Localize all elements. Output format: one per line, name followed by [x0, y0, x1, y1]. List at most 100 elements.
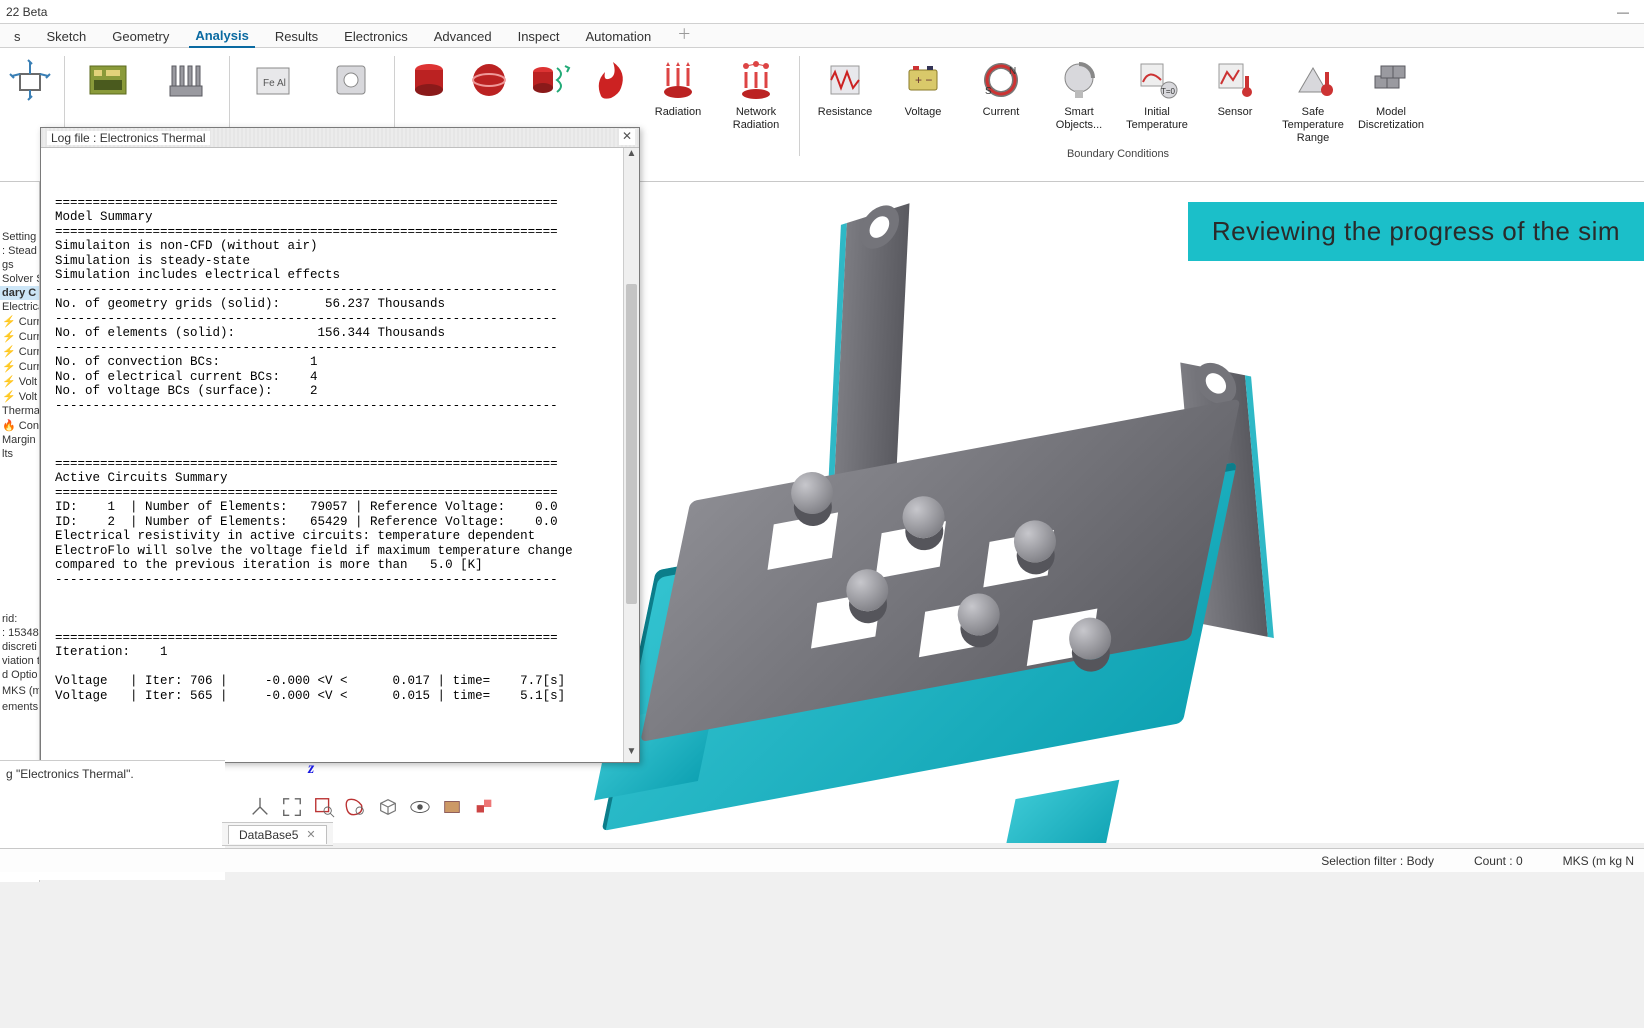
- svg-text:S: S: [985, 86, 992, 97]
- sensor-icon: [1211, 56, 1259, 104]
- ribbon-item-safe-temp-range[interactable]: Safe Temperature Range: [1274, 52, 1352, 150]
- sphere-red-icon: [465, 56, 513, 104]
- tree-row[interactable]: gs: [0, 258, 39, 272]
- tab-s[interactable]: s: [8, 27, 27, 47]
- view-toolbar: [248, 792, 496, 822]
- flame-icon: [585, 56, 633, 104]
- app-title: 22 Beta: [6, 5, 47, 19]
- ribbon-item-radiation[interactable]: Radiation: [639, 52, 717, 150]
- minimize-button[interactable]: —: [1608, 5, 1638, 19]
- tab-advanced[interactable]: Advanced: [428, 27, 498, 47]
- database-tab-bar: DataBase5 ✕: [222, 822, 333, 846]
- ribbon-label: Safe Temperature Range: [1274, 106, 1352, 146]
- fit-icon[interactable]: [280, 795, 304, 819]
- tree-row[interactable]: ⚡ Curr: [0, 329, 39, 344]
- log-file-header[interactable]: Log file : Electronics Thermal ✕: [41, 128, 639, 148]
- current-icon: NS: [977, 56, 1025, 104]
- info-row: d Optio: [0, 668, 39, 682]
- ribbon-item-resistance[interactable]: Resistance: [806, 52, 884, 150]
- status-count: Count : 0: [1474, 854, 1523, 868]
- log-file-panel: Log file : Electronics Thermal ✕ =======…: [40, 127, 640, 763]
- ribbon-label: Model Discretization: [1352, 106, 1430, 146]
- tree-row[interactable]: ⚡ Volt: [0, 374, 39, 389]
- tree-row-selected[interactable]: dary C: [0, 286, 39, 300]
- discretization-icon: [1367, 56, 1415, 104]
- tab-inspect[interactable]: Inspect: [512, 27, 566, 47]
- close-icon[interactable]: ✕: [619, 129, 635, 145]
- zoom-selection-icon[interactable]: [344, 795, 368, 819]
- ribbon-label: Current: [983, 106, 1020, 146]
- tree-row[interactable]: ⚡ Curr: [0, 344, 39, 359]
- materials-icon: FeAl: [249, 56, 297, 104]
- ribbon-item-voltage[interactable]: + − Voltage: [884, 52, 962, 150]
- database-tab[interactable]: DataBase5 ✕: [228, 825, 327, 844]
- tree-row[interactable]: lts: [0, 447, 39, 461]
- ribbon-item-model-discretization[interactable]: Model Discretization: [1352, 52, 1430, 150]
- info-row: discreti: [0, 640, 39, 654]
- scroll-down-icon[interactable]: ▼: [624, 746, 639, 762]
- scroll-up-icon[interactable]: ▲: [624, 148, 639, 164]
- render-icon[interactable]: [440, 795, 464, 819]
- tree-row[interactable]: ⚡ Curr: [0, 314, 39, 329]
- tab-analysis[interactable]: Analysis: [189, 26, 254, 48]
- info-row: : 15348: [0, 626, 39, 640]
- foot-right: [999, 780, 1119, 843]
- log-file-title: Log file : Electronics Thermal: [47, 131, 210, 145]
- menu-bar: s Sketch Geometry Analysis Results Elect…: [0, 24, 1644, 48]
- tab-results[interactable]: Results: [269, 27, 324, 47]
- tree-row[interactable]: Margin: [0, 433, 39, 447]
- tab-automation[interactable]: Automation: [580, 27, 658, 47]
- svg-text:Al: Al: [277, 78, 286, 89]
- log-scrollbar[interactable]: ▲ ▼: [623, 148, 639, 762]
- resistance-icon: [821, 56, 869, 104]
- safe-temp-icon: [1289, 56, 1337, 104]
- eye-icon[interactable]: [408, 795, 432, 819]
- svg-text:N: N: [1009, 66, 1016, 77]
- tab-electronics[interactable]: Electronics: [338, 27, 414, 47]
- tree-row[interactable]: Electrica: [0, 300, 39, 314]
- tree-row[interactable]: ⚡ Curr: [0, 359, 39, 374]
- voltage-icon: + −: [899, 56, 947, 104]
- explode-icon[interactable]: [472, 795, 496, 819]
- scroll-thumb[interactable]: [626, 284, 637, 604]
- tree-row[interactable]: Setting: [0, 230, 39, 244]
- tree-row[interactable]: 🔥 Con: [0, 418, 39, 433]
- tab-sketch[interactable]: Sketch: [41, 27, 93, 47]
- pcb-icon: [84, 56, 132, 104]
- model-geometry: [619, 233, 1390, 843]
- database-tab-label: DataBase5: [239, 828, 298, 842]
- svg-text:T=0: T=0: [1161, 87, 1176, 96]
- ribbon-label: Resistance: [818, 106, 872, 146]
- tree-row[interactable]: : Stead: [0, 244, 39, 258]
- ribbon-item-sensor[interactable]: Sensor: [1196, 52, 1274, 150]
- ribbon-label: Sensor: [1218, 106, 1253, 146]
- convection-icon: [525, 56, 573, 104]
- tree-row[interactable]: ⚡ Volt: [0, 389, 39, 404]
- overlay-banner: Reviewing the progress of the sim: [1188, 202, 1644, 261]
- axis-z-label: z: [308, 760, 314, 778]
- log-file-body[interactable]: ========================================…: [41, 148, 639, 762]
- zoom-window-icon[interactable]: [312, 795, 336, 819]
- tree-row[interactable]: Therma: [0, 404, 39, 418]
- ribbon-label: Radiation: [655, 106, 701, 146]
- ribbon-label: Network Radiation: [717, 106, 795, 146]
- info-row: rid:: [0, 612, 39, 626]
- tree-row[interactable]: Solver S: [0, 272, 39, 286]
- ribbon-group-label: Boundary Conditions: [1067, 148, 1169, 160]
- library-icon: [327, 56, 375, 104]
- status-selection-filter: Selection filter : Body: [1321, 854, 1434, 868]
- message-line: g "Electronics Thermal".: [6, 767, 219, 781]
- ribbon-item-network-radiation[interactable]: Network Radiation: [717, 52, 795, 150]
- orient-icon: [6, 56, 54, 104]
- ribbon-item-initial-temperature[interactable]: T=0 Initial Temperature: [1118, 52, 1196, 150]
- close-icon[interactable]: ✕: [306, 828, 315, 841]
- axes-icon[interactable]: [248, 795, 272, 819]
- ribbon-item-current[interactable]: NS Current: [962, 52, 1040, 150]
- bracket-left: [828, 203, 910, 494]
- box-icon[interactable]: [376, 795, 400, 819]
- smart-objects-icon: [1055, 56, 1103, 104]
- initial-temperature-icon: T=0: [1133, 56, 1181, 104]
- tab-add[interactable]: ＋: [671, 22, 697, 47]
- tab-geometry[interactable]: Geometry: [106, 27, 175, 47]
- ribbon-item-smart-objects[interactable]: Smart Objects...: [1040, 52, 1118, 150]
